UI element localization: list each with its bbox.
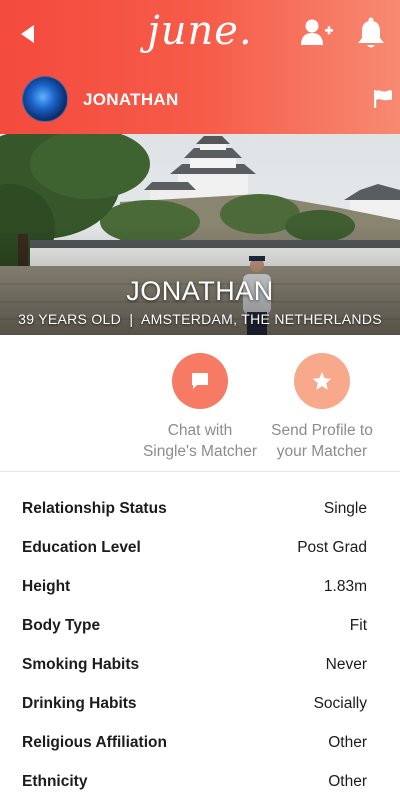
- detail-label: Body Type: [22, 617, 101, 634]
- detail-value: Fit: [349, 617, 367, 634]
- send-label-line2: your Matcher: [276, 443, 368, 460]
- send-profile-button[interactable]: Send Profile to your Matcher: [257, 353, 387, 462]
- detail-value: Never: [325, 656, 367, 673]
- profile-row: JONATHAN: [0, 76, 400, 126]
- detail-row-height: Height 1.83m: [0, 568, 400, 607]
- detail-value: Socially: [313, 695, 367, 712]
- top-bar: june.: [0, 0, 400, 68]
- hero-subtitle: 39 YEARS OLD | AMSTERDAM, THE NETHERLAND…: [18, 311, 382, 327]
- detail-label: Ethnicity: [22, 773, 88, 790]
- detail-label: Relationship Status: [22, 500, 167, 517]
- profile-details: Relationship Status Single Education Lev…: [0, 490, 400, 800]
- bell-icon: [358, 17, 384, 48]
- detail-row-relationship-status: Relationship Status Single: [0, 490, 400, 529]
- detail-value: Other: [328, 773, 367, 790]
- profile-name: JONATHAN: [83, 90, 179, 109]
- send-label-line1: Send Profile to: [271, 422, 373, 439]
- profile-photo: JONATHAN 39 YEARS OLD | AMSTERDAM, THE N…: [0, 134, 400, 335]
- star-icon: [312, 372, 332, 390]
- detail-row-ethnicity: Ethnicity Other: [0, 763, 400, 800]
- detail-value: Single: [323, 500, 367, 517]
- chat-label: Chat with Single's Matcher: [135, 420, 265, 462]
- detail-label: Drinking Habits: [22, 695, 137, 712]
- detail-row-body-type: Body Type Fit: [0, 607, 400, 646]
- chat-label-line2: Single's Matcher: [142, 443, 258, 460]
- send-circle[interactable]: [294, 353, 350, 409]
- detail-row-drinking-habits: Drinking Habits Socially: [0, 685, 400, 724]
- app-logo: june.: [147, 8, 253, 54]
- chat-label-line1: Chat with: [167, 422, 233, 439]
- detail-label: Height: [22, 578, 71, 595]
- chat-with-matcher-button[interactable]: Chat with Single's Matcher: [135, 353, 265, 462]
- flag-icon: [374, 90, 392, 108]
- detail-value: Post Grad: [297, 539, 367, 556]
- hero-name: JONATHAN: [126, 276, 274, 306]
- detail-value: Other: [328, 734, 367, 751]
- app-header: june. JONATHAN: [0, 0, 400, 134]
- add-user-button[interactable]: [300, 18, 334, 48]
- send-label: Send Profile to your Matcher: [257, 420, 387, 462]
- detail-row-smoking-habits: Smoking Habits Never: [0, 646, 400, 685]
- report-button[interactable]: [372, 88, 394, 110]
- detail-label: Religious Affiliation: [22, 734, 167, 751]
- add-user-icon: [301, 19, 333, 45]
- detail-value: 1.83m: [323, 578, 367, 595]
- notifications-button[interactable]: [356, 16, 386, 50]
- action-section: Chat with Single's Matcher Send Profile …: [0, 335, 400, 472]
- detail-row-education-level: Education Level Post Grad: [0, 529, 400, 568]
- avatar[interactable]: [22, 76, 68, 122]
- detail-label: Smoking Habits: [22, 656, 140, 673]
- chat-bubble-icon: [192, 373, 208, 389]
- chat-circle[interactable]: [172, 353, 228, 409]
- detail-row-religious-affiliation: Religious Affiliation Other: [0, 724, 400, 763]
- detail-label: Education Level: [22, 539, 141, 556]
